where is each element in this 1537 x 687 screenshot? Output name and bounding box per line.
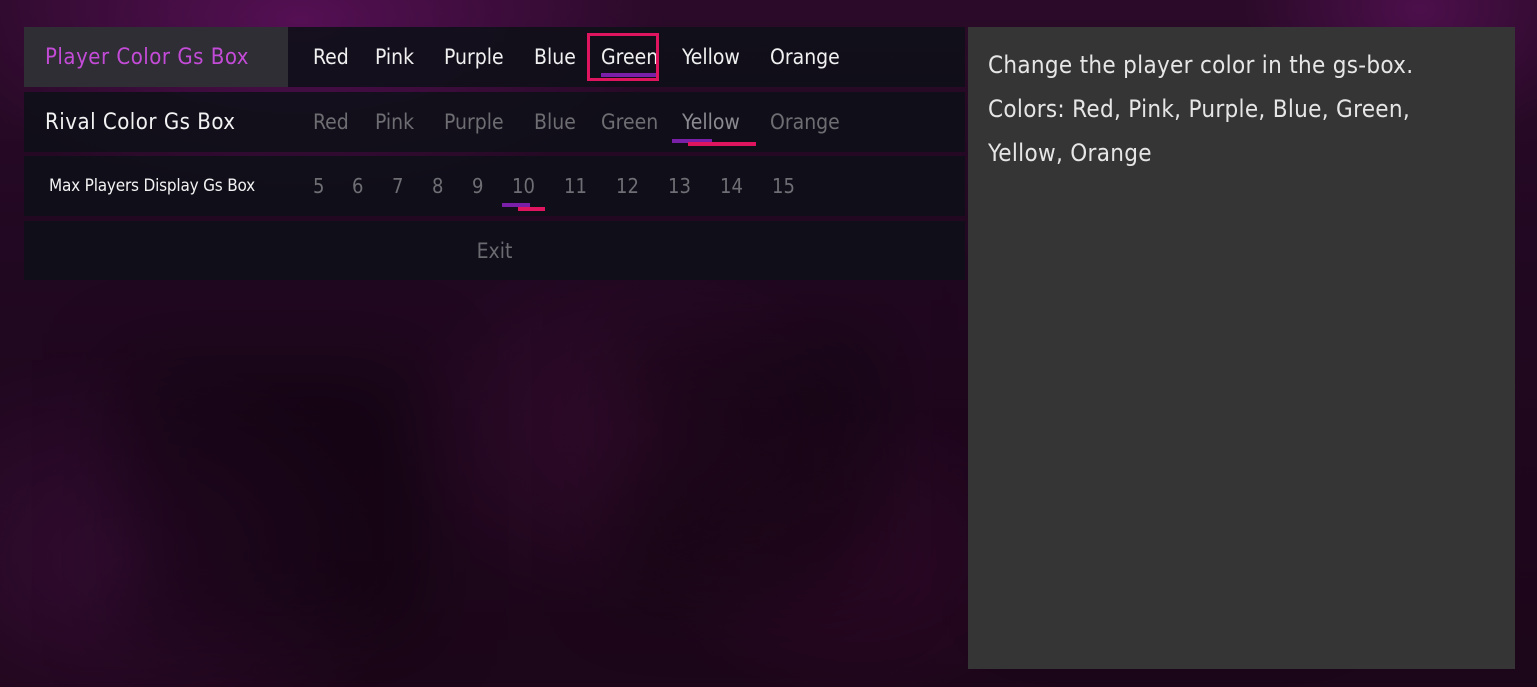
option-15[interactable]: 15: [772, 156, 795, 216]
option-yellow[interactable]: Yellow: [682, 27, 740, 87]
selected-underline: [601, 73, 656, 77]
option-9[interactable]: 9: [472, 156, 483, 216]
option-blue[interactable]: Blue: [534, 27, 576, 87]
option-pink[interactable]: Pink: [375, 27, 414, 87]
option-14[interactable]: 14: [720, 156, 743, 216]
description-line-1: Change the player color in the gs-box.: [988, 51, 1414, 79]
selected-underline-pink: [688, 142, 756, 146]
option-orange[interactable]: Orange: [770, 27, 840, 87]
description-line-3: Yellow, Orange: [988, 139, 1152, 167]
row-label-rival-color: Rival Color Gs Box: [45, 109, 236, 135]
option-orange[interactable]: Orange: [770, 92, 840, 152]
menu-row-player-color[interactable]: Player Color Gs Box Red Pink Purple Blue…: [24, 27, 965, 87]
selected-underline-pink: [518, 207, 545, 211]
exit-button[interactable]: Exit: [24, 221, 965, 280]
option-pink[interactable]: Pink: [375, 92, 414, 152]
option-6[interactable]: 6: [352, 156, 363, 216]
menu-row-rival-color[interactable]: Rival Color Gs Box Red Pink Purple Blue …: [24, 92, 965, 152]
option-blue[interactable]: Blue: [534, 92, 576, 152]
option-red[interactable]: Red: [313, 27, 349, 87]
option-5[interactable]: 5: [313, 156, 324, 216]
option-green[interactable]: Green: [601, 92, 658, 152]
option-12[interactable]: 12: [616, 156, 639, 216]
option-7[interactable]: 7: [392, 156, 403, 216]
option-purple[interactable]: Purple: [444, 27, 504, 87]
option-red[interactable]: Red: [313, 92, 349, 152]
row-label-max-players: Max Players Display Gs Box: [49, 176, 255, 196]
option-purple[interactable]: Purple: [444, 92, 504, 152]
option-8[interactable]: 8: [432, 156, 443, 216]
description-panel: Change the player color in the gs-box. C…: [968, 27, 1515, 669]
option-11[interactable]: 11: [564, 156, 587, 216]
option-13[interactable]: 13: [668, 156, 691, 216]
description-line-2: Colors: Red, Pink, Purple, Blue, Green,: [988, 95, 1411, 123]
menu-row-max-players[interactable]: Max Players Display Gs Box 5 6 7 8 9 10 …: [24, 156, 965, 216]
exit-label: Exit: [476, 238, 513, 263]
row-label-player-color: Player Color Gs Box: [24, 27, 288, 87]
